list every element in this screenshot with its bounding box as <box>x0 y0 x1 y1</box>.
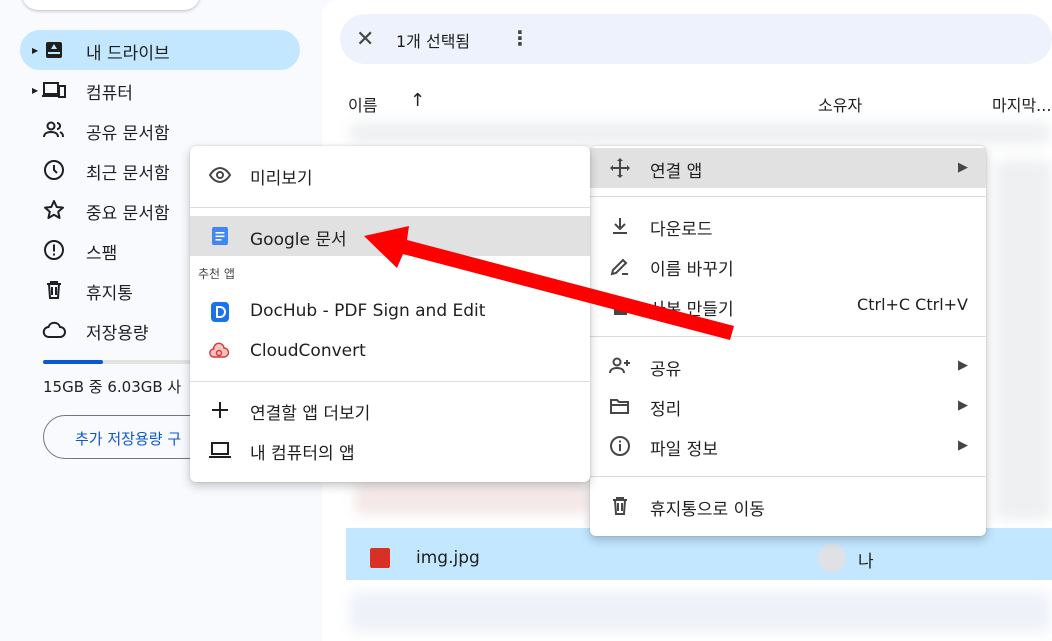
menu-item-label: 연결할 앱 더보기 <box>250 404 371 424</box>
eye-icon <box>208 166 232 184</box>
sidebar-item-label: 저장용량 <box>86 324 149 344</box>
cloudconvert-icon <box>209 342 230 358</box>
column-header-owner[interactable]: 소유자 <box>818 92 862 116</box>
storage-usage-bar <box>43 360 193 364</box>
menu-item-label: 정리 <box>650 400 682 420</box>
laptop-icon <box>209 442 231 458</box>
menu-divider <box>590 336 986 337</box>
sidebar-item-label: 휴지통 <box>86 284 133 304</box>
drive-icon <box>46 42 62 58</box>
spam-icon <box>44 240 64 260</box>
storage-usage-fill <box>43 360 103 364</box>
sidebar-item-shared[interactable]: 공유 문서함 <box>20 110 300 150</box>
menu-item-make-copy[interactable]: 사본 만들기 Ctrl+C Ctrl+V <box>590 286 986 326</box>
menu-item-move-to-trash[interactable]: 휴지통으로 이동 <box>590 486 986 526</box>
submenu-arrow-icon: ▶ <box>958 398 968 413</box>
suggested-apps-heading: 추천 앱 <box>198 267 235 281</box>
sidebar-item-computers[interactable]: ▶ 컴퓨터 <box>20 70 300 110</box>
more-actions-button[interactable]: ⋮ <box>510 26 530 50</box>
menu-divider <box>590 196 986 197</box>
menu-item-label: 미리보기 <box>250 169 313 189</box>
sort-ascending-icon[interactable]: ↑ <box>410 90 425 111</box>
column-header-name[interactable]: 이름 <box>348 92 377 116</box>
sidebar-item-label: 최근 문서함 <box>86 164 170 184</box>
blurred-file-row <box>350 122 1050 144</box>
sidebar-item-label: 내 드라이브 <box>86 44 170 64</box>
menu-item-open-with[interactable]: 연결 앱 ▶ <box>590 148 986 188</box>
menu-divider <box>190 207 590 208</box>
menu-item-label: 휴지통으로 이동 <box>650 500 765 520</box>
blurred-file-row <box>355 484 590 514</box>
expand-caret-icon[interactable]: ▶ <box>32 46 38 55</box>
google-docs-icon <box>212 227 228 245</box>
sidebar-item-label: 공유 문서함 <box>86 124 170 144</box>
selection-count: 1개 선택됨 <box>396 32 471 51</box>
copy-icon <box>614 297 627 315</box>
menu-divider <box>590 476 986 477</box>
submenu-arrow-icon: ▶ <box>958 160 968 175</box>
menu-item-dochub[interactable]: DocHub - PDF Sign and Edit <box>190 292 590 332</box>
open-with-submenu: 미리보기 Google 문서 추천 앱 DocHub - PDF Sign an… <box>190 146 590 482</box>
dochub-icon <box>211 302 229 322</box>
menu-item-organize[interactable]: 정리 ▶ <box>590 386 986 426</box>
plus-icon <box>212 402 228 418</box>
submenu-arrow-icon: ▶ <box>958 438 968 453</box>
blurred-file-row <box>350 592 1050 632</box>
clock-icon <box>44 160 64 180</box>
file-name: img.jpg <box>416 548 480 568</box>
add-person-icon <box>609 357 630 374</box>
submenu-arrow-icon: ▶ <box>958 358 968 373</box>
cloud-icon <box>42 321 66 338</box>
rename-icon <box>610 258 628 276</box>
menu-item-file-info[interactable]: 파일 정보 ▶ <box>590 426 986 466</box>
open-with-icon <box>610 158 630 178</box>
sidebar-item-label: 컴퓨터 <box>86 84 133 104</box>
folder-open-icon <box>610 399 629 414</box>
context-menu: 연결 앱 ▶ 다운로드 이름 바꾸기 사본 만들기 Ctrl+C Ctrl+V … <box>590 146 986 536</box>
menu-item-share[interactable]: 공유 ▶ <box>590 346 986 386</box>
menu-item-download[interactable]: 다운로드 <box>590 206 986 246</box>
star-icon <box>44 200 64 219</box>
menu-item-more-apps[interactable]: 연결할 앱 더보기 <box>190 390 590 430</box>
menu-item-label: Google 문서 <box>250 230 347 250</box>
menu-item-label: 파일 정보 <box>650 440 718 460</box>
menu-item-label: 이름 바꾸기 <box>650 260 734 280</box>
menu-divider <box>190 381 590 382</box>
avatar <box>818 544 846 572</box>
trash-icon <box>47 281 61 299</box>
menu-item-cloudconvert[interactable]: CloudConvert <box>190 332 590 372</box>
menu-item-label: 다운로드 <box>650 220 713 240</box>
column-header-modified[interactable]: 마지막... <box>992 92 1051 116</box>
expand-caret-icon[interactable]: ▶ <box>32 86 38 95</box>
copy-shortcut: Ctrl+C Ctrl+V <box>857 295 968 314</box>
blurred-file-row <box>995 160 1052 520</box>
menu-item-label: 사본 만들기 <box>650 300 734 320</box>
menu-item-rename[interactable]: 이름 바꾸기 <box>590 246 986 286</box>
menu-item-label: 내 컴퓨터의 앱 <box>250 444 355 464</box>
menu-item-preview[interactable]: 미리보기 <box>190 155 590 195</box>
menu-item-label: CloudConvert <box>250 341 366 361</box>
sidebar-item-label: 중요 문서함 <box>86 204 170 224</box>
info-icon <box>610 436 630 456</box>
menu-item-computer-apps[interactable]: 내 컴퓨터의 앱 <box>190 430 590 470</box>
trash-icon <box>613 497 627 515</box>
sidebar-item-label: 스팸 <box>86 244 118 264</box>
storage-usage-text: 15GB 중 6.03GB 사 <box>43 378 182 396</box>
file-owner: 나 <box>858 552 874 572</box>
computer-icon <box>42 82 66 98</box>
menu-item-label: 연결 앱 <box>650 162 703 182</box>
download-icon <box>613 218 627 234</box>
menu-item-google-docs[interactable]: Google 문서 <box>190 216 590 256</box>
menu-item-label: 공유 <box>650 360 682 380</box>
sidebar-item-my-drive[interactable]: ▶ 내 드라이브 <box>20 30 300 70</box>
menu-item-label: DocHub - PDF Sign and Edit <box>250 301 486 321</box>
clear-selection-button[interactable]: ✕ <box>356 27 374 52</box>
shared-icon <box>43 121 64 138</box>
new-button[interactable] <box>22 0 200 10</box>
selection-toolbar: ✕ 1개 선택됨 ⋮ <box>340 14 1052 64</box>
image-file-icon <box>370 548 390 568</box>
